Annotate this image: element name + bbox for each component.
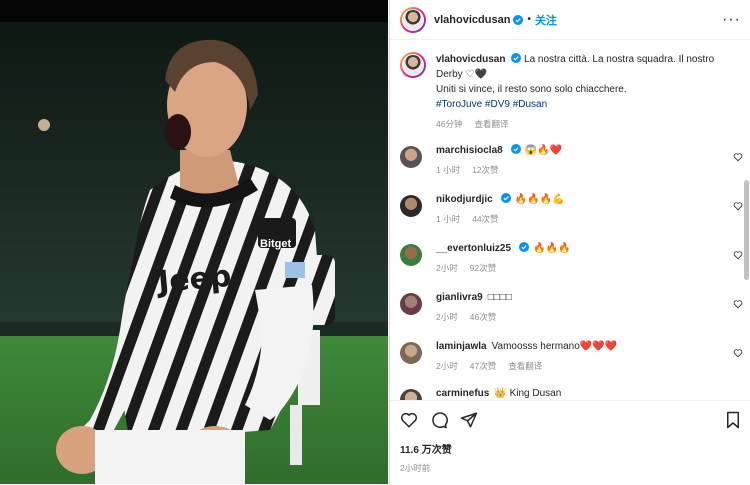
comment-item: gianlivra9 □□□□ 2小时 46次赞 bbox=[390, 291, 750, 324]
comment-likes[interactable]: 44次赞 bbox=[472, 214, 498, 224]
comment-avatar[interactable] bbox=[400, 293, 422, 315]
verified-icon bbox=[510, 144, 521, 154]
caption-username[interactable]: vlahovicdusan bbox=[436, 54, 505, 65]
comment-item: nikodjurdjic 🔥🔥🔥💪 1 小时 44次赞 bbox=[390, 193, 750, 226]
comment-username[interactable]: gianlivra9 bbox=[436, 292, 483, 303]
comment-text: □□□□ bbox=[487, 292, 512, 303]
comment-username[interactable]: carminefus bbox=[436, 388, 489, 399]
more-icon[interactable]: ··· bbox=[722, 11, 741, 29]
jersey-sponsor-text: Jeep bbox=[156, 258, 233, 301]
comment-text: 👑 King Dusan bbox=[494, 388, 562, 399]
comment-likes[interactable]: 46次赞 bbox=[470, 312, 496, 322]
comment-item: __evertonluiz25 🔥🔥🔥 2小时 92次赞 bbox=[390, 242, 750, 275]
comment-see-translation[interactable]: 查看翻译 bbox=[508, 361, 542, 371]
comment-time: 2小时 bbox=[436, 263, 458, 273]
comments-scroll[interactable]: vlahovicdusan La nostra città. La nostra… bbox=[390, 40, 750, 400]
comment-avatar[interactable] bbox=[400, 389, 422, 400]
comment-likes[interactable]: 47次赞 bbox=[470, 361, 496, 371]
caption: vlahovicdusan La nostra città. La nostra… bbox=[390, 40, 750, 132]
comment-item: marchisiocla8 😱🔥❤️ 1 小时 12次赞 bbox=[390, 144, 750, 177]
share-icon[interactable] bbox=[460, 411, 478, 429]
comment-avatar[interactable] bbox=[400, 244, 422, 266]
bookmark-icon[interactable] bbox=[725, 411, 741, 429]
comment-username[interactable]: marchisiocla8 bbox=[436, 145, 503, 156]
see-translation-link[interactable]: 查看翻译 bbox=[474, 119, 508, 129]
verified-icon bbox=[500, 193, 511, 203]
caption-avatar[interactable] bbox=[400, 52, 426, 78]
comment-text: 🔥🔥🔥💪 bbox=[514, 194, 565, 205]
comment-likes[interactable]: 92次赞 bbox=[470, 263, 496, 273]
verified-icon bbox=[519, 242, 530, 252]
comment-heart-icon[interactable] bbox=[733, 152, 743, 162]
comment-username[interactable]: __evertonluiz25 bbox=[436, 243, 511, 254]
post-panel: vlahovicdusan • 关注 ··· vlahovicdusan La … bbox=[389, 0, 750, 484]
comment-text: 😱🔥❤️ bbox=[524, 145, 563, 156]
comment-heart-icon[interactable] bbox=[733, 250, 743, 260]
comment-icon[interactable] bbox=[430, 411, 448, 429]
comment-item: laminjawla Vamoosss hermano❤️❤️❤️ 2小时 47次赞… bbox=[390, 340, 750, 373]
heart-icon[interactable] bbox=[400, 411, 418, 429]
caption-line2: Uniti si vince, il resto sono solo chiac… bbox=[436, 84, 627, 95]
comment-likes[interactable]: 12次赞 bbox=[472, 165, 498, 175]
post-time: 2小时前 bbox=[400, 463, 431, 473]
action-bar: 11.6 万次赞 2小时前 bbox=[390, 400, 750, 485]
comment-text: 🔥🔥🔥 bbox=[533, 243, 571, 254]
comment-heart-icon[interactable] bbox=[733, 299, 743, 309]
verified-icon bbox=[513, 14, 524, 25]
comment-heart-icon[interactable] bbox=[733, 348, 743, 358]
comment-time: 1 小时 bbox=[436, 165, 461, 175]
separator-dot: • bbox=[527, 14, 531, 25]
post-photo[interactable]: Jeep Bitget bbox=[0, 0, 388, 484]
likes-count[interactable]: 11.6 万次赞 bbox=[390, 429, 750, 456]
black-heart-icon: 🖤 bbox=[474, 69, 487, 80]
photo-illustration bbox=[0, 0, 388, 484]
caption-hashtags[interactable]: #ToroJuve #DV9 #Dusan bbox=[436, 99, 547, 110]
comment-time: 2小时 bbox=[436, 361, 458, 371]
comment-time: 1 小时 bbox=[436, 214, 461, 224]
comment-time: 2小时 bbox=[436, 312, 458, 322]
verified-icon bbox=[511, 53, 522, 63]
comment-avatar[interactable] bbox=[400, 195, 422, 217]
comment-avatar[interactable] bbox=[400, 342, 422, 364]
comment-avatar[interactable] bbox=[400, 146, 422, 168]
comment-item: carminefus 👑 King Dusan bbox=[390, 387, 750, 400]
header-username[interactable]: vlahovicdusan bbox=[434, 14, 510, 26]
comment-username[interactable]: nikodjurdjic bbox=[436, 194, 493, 205]
avatar[interactable] bbox=[400, 6, 426, 33]
post-header: vlahovicdusan • 关注 ··· bbox=[390, 0, 750, 40]
caption-time: 46分钟 bbox=[436, 119, 463, 129]
comment-text: Vamoosss hermano❤️❤️❤️ bbox=[491, 341, 618, 352]
jersey-brand-text: Bitget bbox=[260, 238, 292, 250]
comment-username[interactable]: laminjawla bbox=[436, 341, 487, 352]
follow-button[interactable]: 关注 bbox=[535, 12, 557, 28]
comment-heart-icon[interactable] bbox=[733, 201, 743, 211]
scrollbar-thumb[interactable] bbox=[744, 180, 749, 280]
